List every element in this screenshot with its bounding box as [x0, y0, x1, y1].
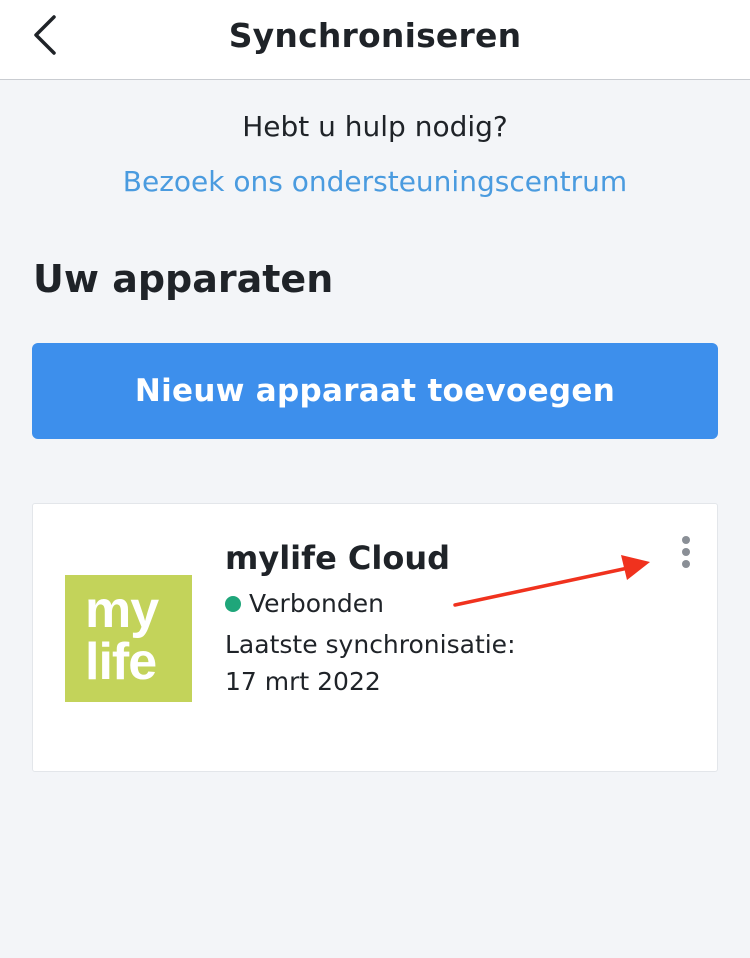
last-sync-label: Laatste synchronisatie: [225, 630, 516, 659]
devices-section-title: Uw apparaten [33, 257, 334, 301]
device-name: mylife Cloud [225, 539, 451, 577]
help-question: Hebt u hulp nodig? [242, 110, 508, 143]
device-card[interactable]: my life mylife Cloud Verbonden Laatste s… [32, 503, 718, 772]
support-center-link[interactable]: Bezoek ons ondersteuningscentrum [0, 165, 750, 198]
status-text: Verbonden [249, 589, 384, 618]
connection-status: Verbonden [225, 589, 384, 618]
device-options-button[interactable] [673, 532, 703, 572]
top-bar: Synchroniseren [0, 0, 750, 80]
page-title: Synchroniseren [228, 16, 522, 55]
add-device-button[interactable]: Nieuw apparaat toevoegen [32, 343, 718, 439]
last-sync-date: 17 mrt 2022 [225, 667, 381, 696]
logo-line-1: my [85, 581, 159, 639]
status-dot-icon [225, 595, 241, 612]
logo-line-2: life [85, 633, 157, 691]
mylife-logo: my life [65, 575, 192, 702]
annotation-arrow-icon [453, 555, 650, 607]
